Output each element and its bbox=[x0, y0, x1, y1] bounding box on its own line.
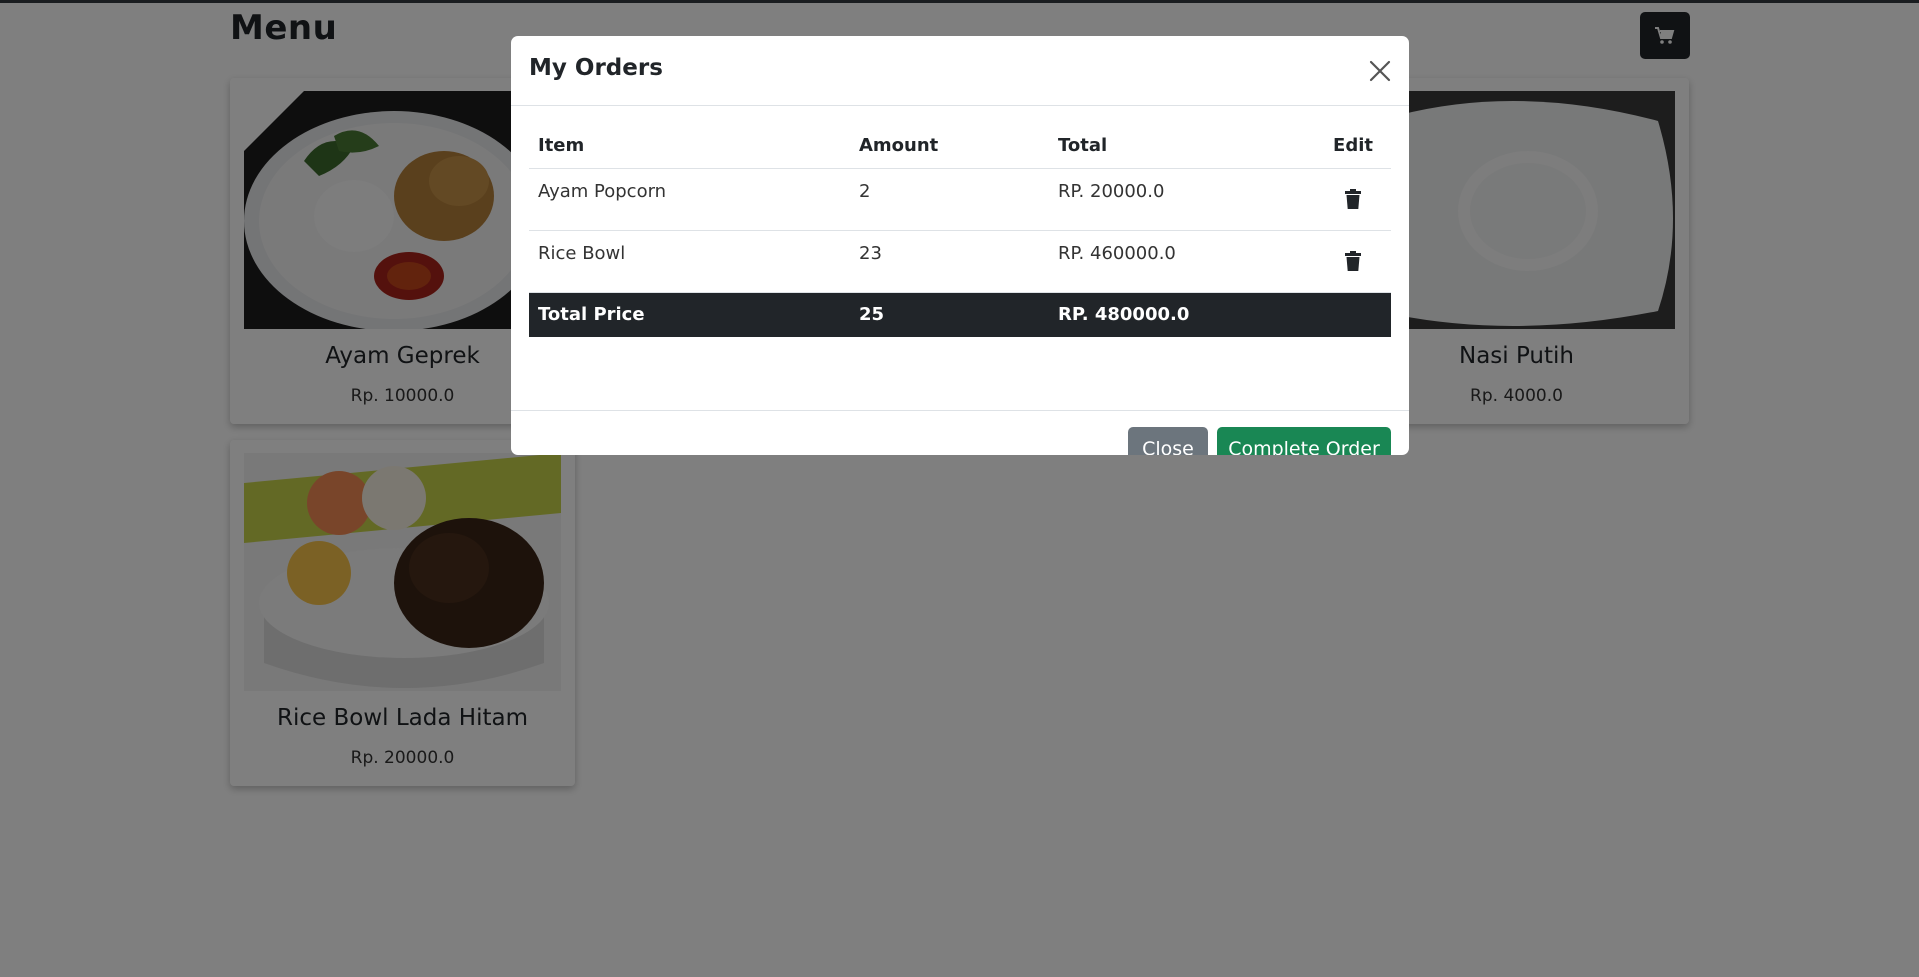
order-item-amount: 23 bbox=[850, 230, 1049, 293]
total-label: Total Price bbox=[529, 292, 850, 337]
total-price: RP. 480000.0 bbox=[1049, 292, 1279, 337]
close-icon[interactable] bbox=[1367, 58, 1393, 84]
order-item-total: RP. 460000.0 bbox=[1049, 230, 1279, 293]
order-item-name: Ayam Popcorn bbox=[529, 168, 850, 231]
modal-header: My Orders bbox=[511, 36, 1409, 106]
complete-order-button[interactable]: Complete Order bbox=[1217, 427, 1391, 455]
table-header-row: Item Amount Total Edit bbox=[529, 123, 1391, 169]
column-header-total: Total bbox=[1049, 123, 1279, 169]
close-button[interactable]: Close bbox=[1128, 427, 1208, 455]
order-item-total: RP. 20000.0 bbox=[1049, 168, 1279, 231]
column-header-amount: Amount bbox=[850, 123, 1049, 169]
total-row: Total Price 25 RP. 480000.0 bbox=[529, 292, 1391, 337]
modal-title: My Orders bbox=[529, 55, 663, 81]
order-item-name: Rice Bowl bbox=[529, 230, 850, 293]
total-amount: 25 bbox=[850, 292, 1049, 337]
column-header-edit: Edit bbox=[1279, 123, 1391, 169]
table-row: Ayam Popcorn 2 RP. 20000.0 bbox=[529, 168, 1391, 231]
orders-table: Item Amount Total Edit Ayam Popcorn 2 RP… bbox=[529, 123, 1391, 337]
order-item-amount: 2 bbox=[850, 168, 1049, 231]
order-item-edit bbox=[1279, 230, 1391, 293]
total-edit-empty bbox=[1279, 292, 1391, 337]
orders-modal: My Orders Item Amount Total Edit Ayam Po… bbox=[511, 36, 1409, 455]
modal-footer: Close Complete Order bbox=[511, 411, 1409, 455]
order-item-edit bbox=[1279, 168, 1391, 231]
table-row: Rice Bowl 23 RP. 460000.0 bbox=[529, 230, 1391, 293]
trash-icon[interactable] bbox=[1345, 188, 1361, 209]
modal-body: Item Amount Total Edit Ayam Popcorn 2 RP… bbox=[511, 106, 1409, 411]
trash-icon[interactable] bbox=[1345, 250, 1361, 271]
column-header-item: Item bbox=[529, 123, 850, 169]
